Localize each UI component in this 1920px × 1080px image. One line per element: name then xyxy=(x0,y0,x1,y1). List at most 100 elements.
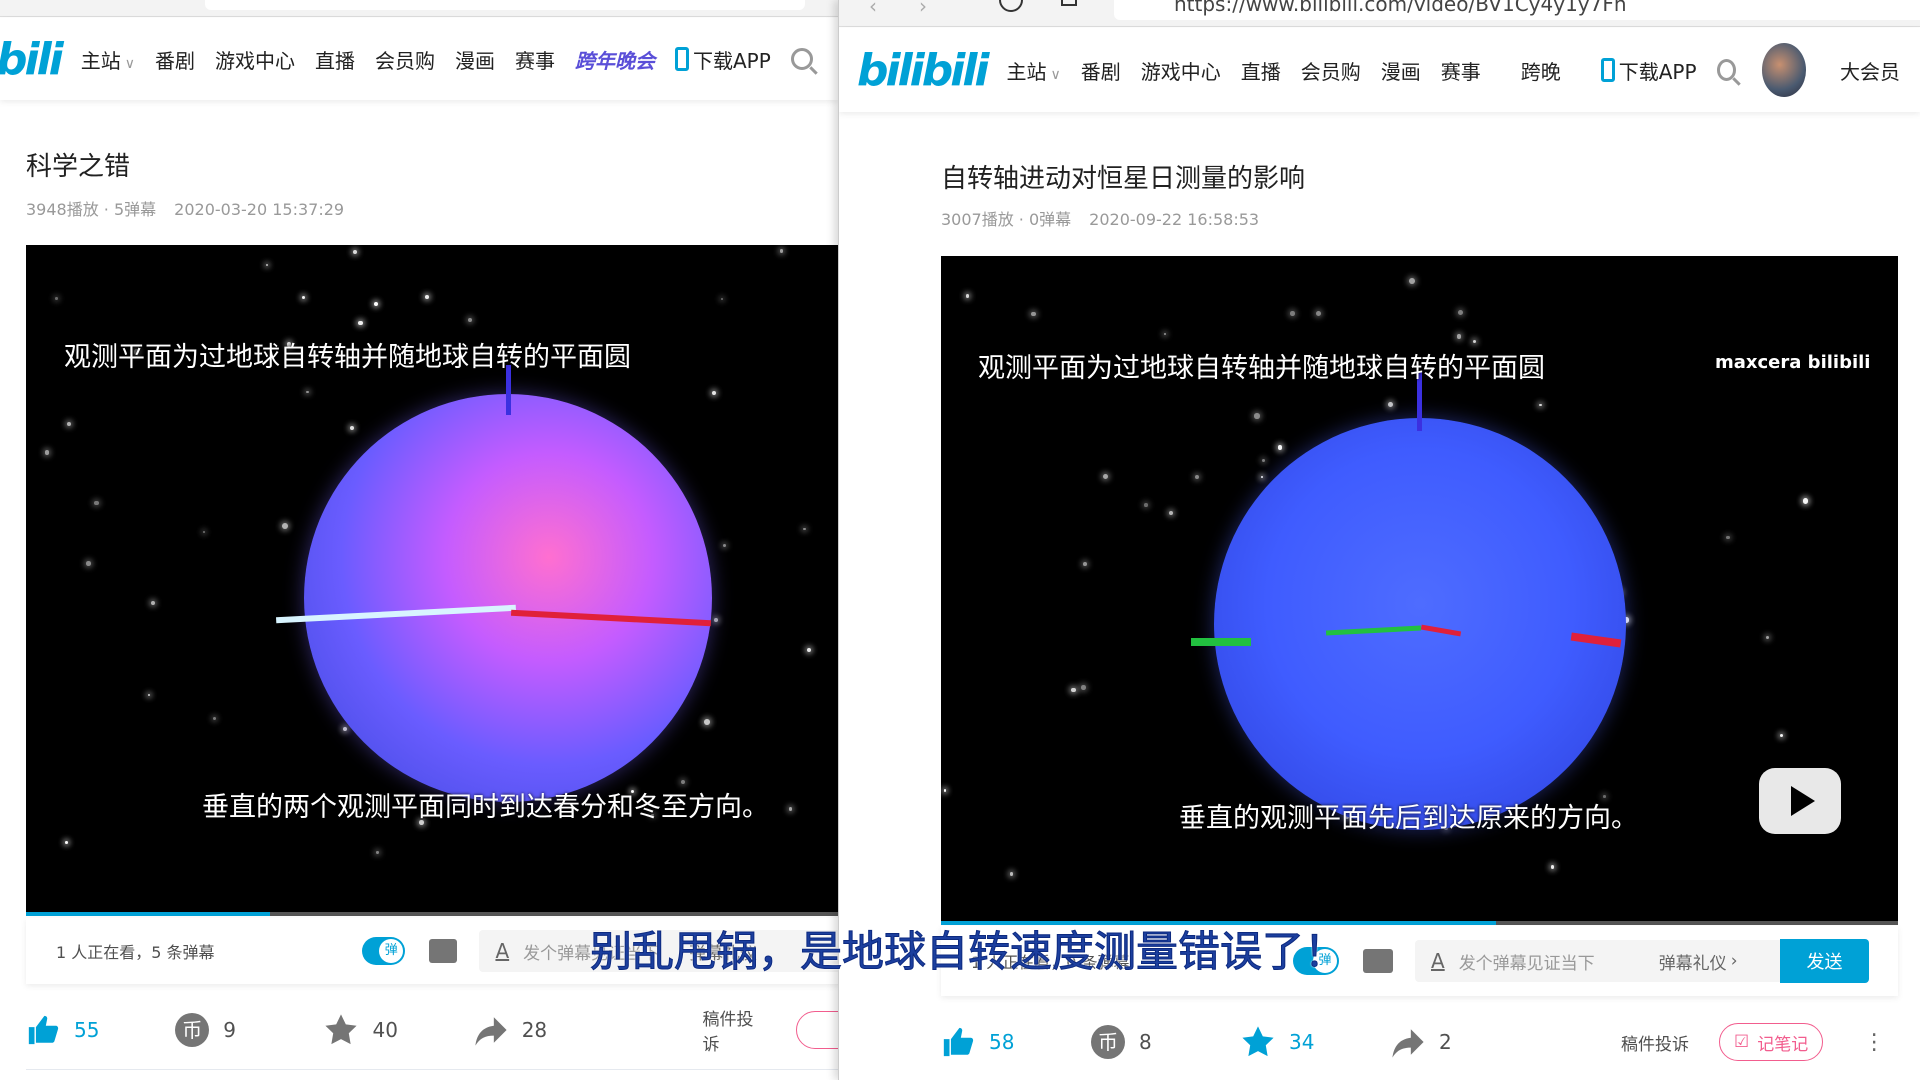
overlay-caption: 别乱甩锅，是地球自转速度测量错误了！ xyxy=(589,927,1347,977)
star-dot xyxy=(1457,309,1464,316)
star-dot xyxy=(1009,872,1014,877)
coin-button[interactable]: 币9 xyxy=(175,1013,324,1047)
progress-fill xyxy=(26,912,270,916)
nav-anime[interactable]: 番剧 xyxy=(155,45,195,74)
address-bar[interactable]: https://www.bilibili.com/video/BV1Cy4y1y… xyxy=(1114,0,1920,20)
star-icon xyxy=(325,1014,358,1045)
video-progress-bar[interactable] xyxy=(26,912,838,916)
star-dot xyxy=(55,296,59,300)
star-dot xyxy=(425,294,430,299)
nav-match[interactable]: 赛事 xyxy=(1441,56,1481,85)
nav-shop[interactable]: 会员购 xyxy=(375,45,435,74)
star-dot xyxy=(44,450,50,455)
browser-toolbar xyxy=(0,0,838,17)
star-dot xyxy=(86,561,91,566)
nav-live[interactable]: 直播 xyxy=(1241,56,1281,85)
star-dot xyxy=(1168,510,1173,515)
star-dot xyxy=(1031,311,1036,317)
favorite-button[interactable]: 40 xyxy=(324,1013,473,1047)
nav-anime[interactable]: 番剧 xyxy=(1081,56,1121,85)
video-title: 自转轴进动对恒星日测量的影响 xyxy=(941,164,1306,194)
font-style-icon[interactable]: A xyxy=(495,939,509,963)
subtitle-top: 观测平面为过地球自转轴并随地球自转的平面圆 xyxy=(64,342,631,373)
forward-icon[interactable]: › xyxy=(919,0,927,18)
star-dot xyxy=(720,297,724,300)
danmaku-input[interactable]: A 发个弹幕见证当下 弹幕礼仪 › xyxy=(1415,940,1780,982)
star-dot xyxy=(723,543,727,547)
avatar[interactable] xyxy=(1761,43,1806,97)
star-dot xyxy=(1779,733,1784,738)
star-dot xyxy=(711,390,717,396)
divider xyxy=(26,1069,838,1070)
search-icon[interactable] xyxy=(1716,59,1736,81)
refresh-icon[interactable] xyxy=(999,0,1023,12)
nav-main[interactable]: 主站 ∨ xyxy=(81,45,135,74)
download-app[interactable]: 下载APP xyxy=(675,45,771,74)
bilibili-logo[interactable]: bilibili xyxy=(857,45,989,96)
address-bar[interactable] xyxy=(205,0,805,10)
nav-main[interactable]: 主站 ∨ xyxy=(1006,56,1060,85)
nav-match[interactable]: 赛事 xyxy=(515,45,555,74)
globe xyxy=(1214,418,1626,830)
note-button[interactable]: ☑ 记笔记 xyxy=(1719,1023,1824,1061)
danmaku-settings-icon[interactable] xyxy=(429,939,458,963)
report-link[interactable]: 稿件投诉 xyxy=(703,1005,771,1055)
star-dot xyxy=(1766,635,1770,639)
star-dot xyxy=(147,693,150,696)
font-style-icon[interactable]: A xyxy=(1431,949,1445,973)
green-arrow xyxy=(1191,638,1251,646)
nav-vip[interactable]: 大会员 xyxy=(1840,56,1900,85)
star-dot xyxy=(681,780,686,785)
search-icon[interactable] xyxy=(790,48,813,70)
subtitle-top: 观测平面为过地球自转轴并随地球自转的平面圆 xyxy=(978,353,1545,384)
danmaku-etiquette-link[interactable]: 弹幕礼仪 xyxy=(1659,949,1727,974)
video-player[interactable]: 观测平面为过地球自转轴并随地球自转的平面圆 maxcera bilibili 垂… xyxy=(941,256,1898,923)
report-link[interactable]: 稿件投诉 xyxy=(1621,1030,1689,1055)
coin-icon: 币 xyxy=(1091,1025,1125,1059)
star-dot xyxy=(1261,459,1265,463)
more-icon[interactable]: ⋮ xyxy=(1863,1030,1885,1055)
nav-manga[interactable]: 漫画 xyxy=(1381,56,1421,85)
back-icon[interactable]: ‹ xyxy=(869,0,877,18)
note-button[interactable] xyxy=(796,1011,838,1049)
video-player[interactable]: 观测平面为过地球自转轴并随地球自转的平面圆 垂直的两个观测平面同时到达春分和冬至… xyxy=(26,245,838,913)
star-dot xyxy=(1277,445,1283,450)
play-icon[interactable] xyxy=(1759,768,1841,834)
nav-new-year-gala[interactable]: 跨年晚会 xyxy=(575,45,655,74)
thumbs-up-icon xyxy=(28,1015,59,1045)
share-button[interactable]: 2 xyxy=(1391,1025,1621,1059)
star-dot xyxy=(1081,684,1086,690)
action-row: 55 币9 40 28 稿件投诉 xyxy=(26,1010,838,1055)
download-app[interactable]: 下载APP xyxy=(1600,56,1697,85)
star-dot xyxy=(1726,535,1731,540)
star-dot xyxy=(282,523,289,529)
bilibili-logo[interactable]: bili xyxy=(0,34,64,85)
star-dot xyxy=(1290,311,1295,316)
nav-shop[interactable]: 会员购 xyxy=(1301,56,1361,85)
like-button[interactable]: 55 xyxy=(26,1013,175,1047)
favorite-button[interactable]: 34 xyxy=(1241,1025,1391,1059)
send-button[interactable]: 发送 xyxy=(1780,939,1869,983)
like-button[interactable]: 58 xyxy=(941,1025,1091,1059)
star-icon xyxy=(1242,1026,1274,1057)
nav-manga[interactable]: 漫画 xyxy=(455,45,495,74)
star-dot xyxy=(358,321,363,326)
nav-live[interactable]: 直播 xyxy=(315,45,355,74)
nav-gala[interactable]: 跨晚 xyxy=(1521,56,1561,85)
danmaku-toggle[interactable]: 弹 xyxy=(362,937,406,965)
star-dot xyxy=(468,318,473,323)
nav-game[interactable]: 游戏中心 xyxy=(1141,56,1221,85)
star-dot xyxy=(1802,498,1809,504)
nav-game[interactable]: 游戏中心 xyxy=(215,45,295,74)
top-nav: bili 主站 ∨ 番剧 游戏中心 直播 会员购 漫画 赛事 跨年晚会 下载APP xyxy=(0,18,838,100)
phone-icon xyxy=(1600,58,1615,82)
home-icon[interactable] xyxy=(1061,0,1077,6)
star-dot xyxy=(342,726,348,731)
star-dot xyxy=(1143,503,1148,507)
thumbs-up-icon xyxy=(943,1027,974,1057)
share-button[interactable]: 28 xyxy=(474,1013,703,1047)
coin-button[interactable]: 币8 xyxy=(1091,1025,1241,1059)
star-dot xyxy=(67,422,71,427)
star-dot xyxy=(306,391,309,394)
danmaku-settings-icon[interactable] xyxy=(1363,949,1393,973)
